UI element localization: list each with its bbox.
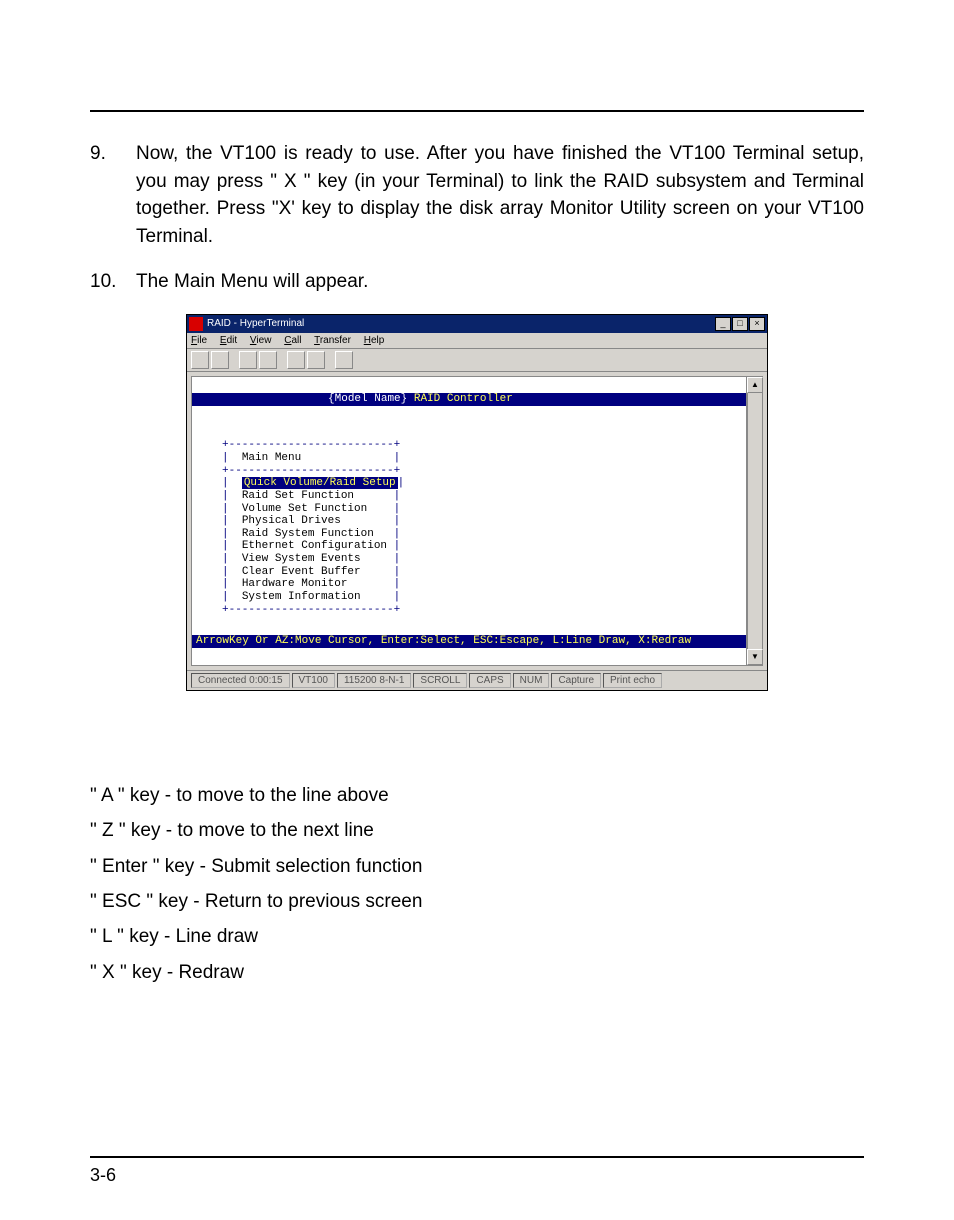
menu-transfer[interactable]: Transfer xyxy=(314,335,351,346)
step-9-text: Now, the VT100 is ready to use. After yo… xyxy=(136,140,864,250)
headbar-model: {Model Name} xyxy=(328,393,407,405)
minimize-button[interactable]: _ xyxy=(715,317,731,331)
status-baud: 115200 8-N-1 xyxy=(337,673,411,688)
menu-file[interactable]: File xyxy=(191,335,207,346)
key-esc: " ESC " key - Return to previous screen xyxy=(90,887,864,916)
menu-item-raid-set[interactable]: Raid Set Function xyxy=(242,490,354,502)
footer-hint: ArrowKey Or AZ:Move Cursor, Enter:Select… xyxy=(192,635,746,648)
menu-edit[interactable]: Edit xyxy=(220,335,237,346)
menu-item-clear-events[interactable]: Clear Event Buffer xyxy=(242,566,361,578)
headbar-title: RAID Controller xyxy=(407,393,513,405)
window-controls: _ □ × xyxy=(715,317,765,331)
titlebar: RAID - HyperTerminal _ □ × xyxy=(187,315,767,333)
step-9-number: 9. xyxy=(90,140,136,250)
status-capture: Capture xyxy=(551,673,601,688)
scroll-up-icon[interactable]: ▲ xyxy=(747,377,763,393)
menu-item-quick-volume[interactable]: Quick Volume/Raid Setup xyxy=(242,477,398,489)
menu-title: Main Menu xyxy=(242,452,301,464)
menu-item-physical-drives[interactable]: Physical Drives xyxy=(242,515,341,527)
key-x: " X " key - Redraw xyxy=(90,958,864,987)
key-legend: " A " key - to move to the line above " … xyxy=(90,781,864,988)
toolbar-hangup-icon[interactable] xyxy=(259,351,277,369)
toolbar xyxy=(187,349,767,372)
status-emulation: VT100 xyxy=(292,673,335,688)
menu-item-system-info[interactable]: System Information xyxy=(242,591,361,603)
toolbar-send-icon[interactable] xyxy=(287,351,305,369)
status-scroll: SCROLL xyxy=(413,673,467,688)
header-rule xyxy=(90,110,864,112)
statusbar: Connected 0:00:15 VT100 115200 8-N-1 SCR… xyxy=(187,670,767,690)
menu-call[interactable]: Call xyxy=(284,335,301,346)
step-10-text: The Main Menu will appear. xyxy=(136,268,864,296)
scroll-down-icon[interactable]: ▼ xyxy=(747,649,763,665)
key-enter: " Enter " key - Submit selection functio… xyxy=(90,852,864,881)
step-10: 10. The Main Menu will appear. xyxy=(90,268,864,296)
key-z: " Z " key - to move to the next line xyxy=(90,816,864,845)
status-echo: Print echo xyxy=(603,673,662,688)
status-connected: Connected 0:00:15 xyxy=(191,673,290,688)
menu-help[interactable]: Help xyxy=(364,335,385,346)
maximize-button[interactable]: □ xyxy=(732,317,748,331)
toolbar-receive-icon[interactable] xyxy=(307,351,325,369)
toolbar-properties-icon[interactable] xyxy=(335,351,353,369)
page-number: 3-6 xyxy=(90,1165,116,1186)
key-a: " A " key - to move to the line above xyxy=(90,781,864,810)
status-num: NUM xyxy=(513,673,550,688)
menu-view[interactable]: View xyxy=(250,335,272,346)
menu-item-volume-set[interactable]: Volume Set Function xyxy=(242,503,367,515)
toolbar-open-icon[interactable] xyxy=(211,351,229,369)
footer-rule xyxy=(90,1156,864,1158)
scrollbar[interactable]: ▲ ▼ xyxy=(747,376,763,666)
window-title: RAID - HyperTerminal xyxy=(207,318,304,329)
menu-item-hardware-monitor[interactable]: Hardware Monitor xyxy=(242,578,348,590)
hyperterminal-window: RAID - HyperTerminal _ □ × File Edit Vie… xyxy=(186,314,768,691)
status-caps: CAPS xyxy=(469,673,510,688)
close-button[interactable]: × xyxy=(749,317,765,331)
toolbar-new-icon[interactable] xyxy=(191,351,209,369)
toolbar-call-icon[interactable] xyxy=(239,351,257,369)
menu-item-ethernet[interactable]: Ethernet Configuration xyxy=(242,540,387,552)
app-icon xyxy=(189,317,203,331)
key-l: " L " key - Line draw xyxy=(90,922,864,951)
menu-item-raid-system[interactable]: Raid System Function xyxy=(242,528,374,540)
menu-item-view-events[interactable]: View System Events xyxy=(242,553,361,565)
menubar: File Edit View Call Transfer Help xyxy=(187,333,767,349)
terminal-area[interactable]: {Model Name} RAID Controller +----------… xyxy=(191,376,747,666)
step-9: 9. Now, the VT100 is ready to use. After… xyxy=(90,140,864,250)
step-10-number: 10. xyxy=(90,268,136,296)
